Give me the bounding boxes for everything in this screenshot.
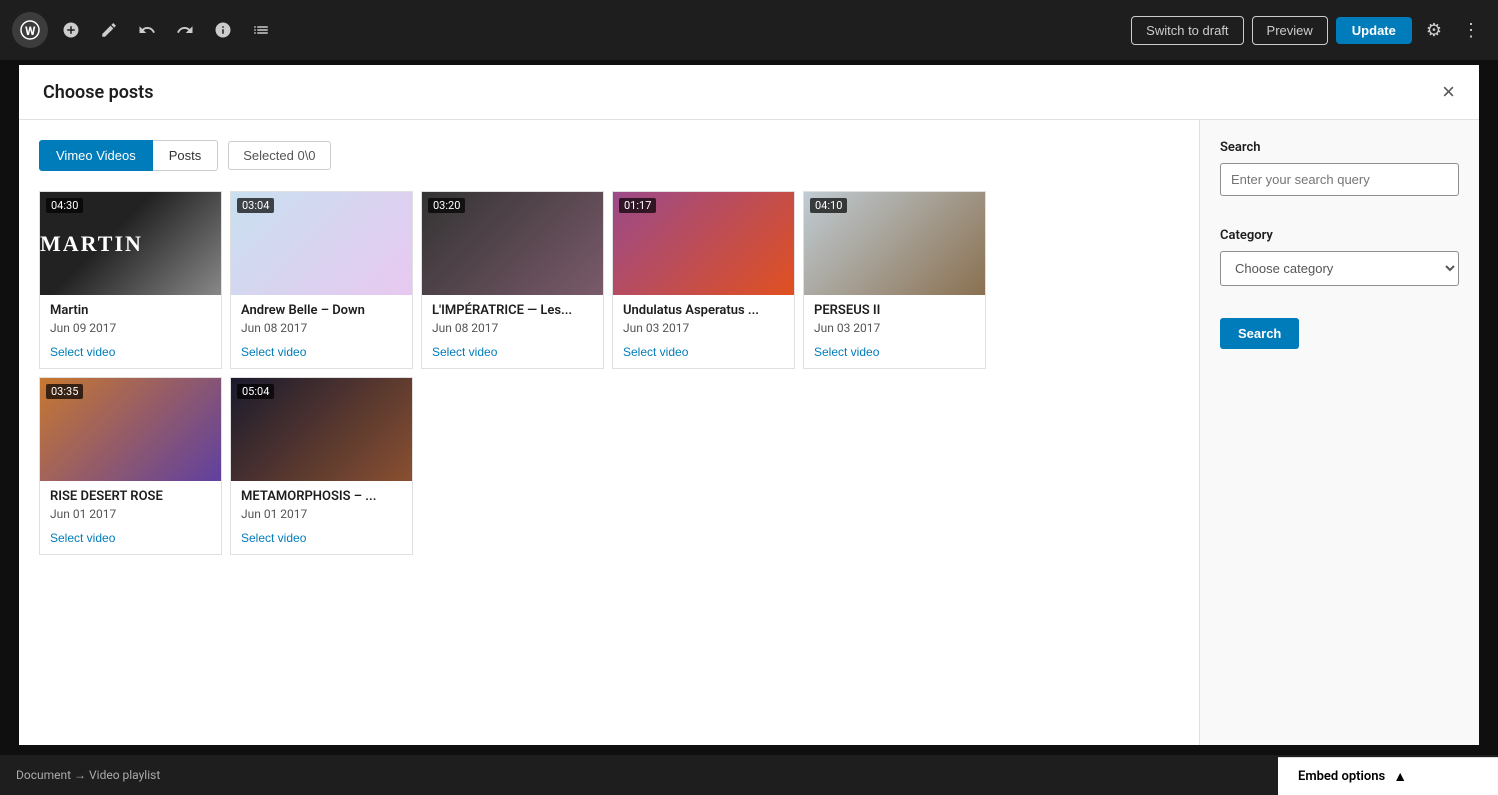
modal-close-button[interactable]: × xyxy=(1442,81,1455,103)
video-date-undulatus: Jun 03 2017 xyxy=(623,321,784,335)
select-video-perseus[interactable]: Select video xyxy=(814,345,879,359)
select-video-rise-desert-rose[interactable]: Select video xyxy=(50,531,115,545)
tab-posts[interactable]: Posts xyxy=(153,140,219,171)
select-video-martin[interactable]: Select video xyxy=(50,345,115,359)
video-duration-andrew-belle: 03:04 xyxy=(237,198,274,213)
breadcrumb: Document → Video playlist xyxy=(16,768,160,782)
select-video-imperatrice[interactable]: Select video xyxy=(432,345,497,359)
selected-count-button[interactable]: Selected 0\0 xyxy=(228,141,330,170)
video-info-rise-desert-rose: RISE DESERT ROSE Jun 01 2017 Select vide… xyxy=(40,481,221,554)
video-title-imperatrice: L'IMPÉRATRICE — Les... xyxy=(432,303,593,318)
video-card-perseus: 04:10 PERSEUS II Jun 03 2017 Select vide… xyxy=(803,191,986,369)
video-card-imperatrice: 03:20 L'IMPÉRATRICE — Les... Jun 08 2017… xyxy=(421,191,604,369)
video-grid: MARTIN 04:30 Martin Jun 09 2017 Select v… xyxy=(39,191,1179,563)
video-thumbnail-metamorphosis: 05:04 xyxy=(231,378,412,481)
video-card-martin: MARTIN 04:30 Martin Jun 09 2017 Select v… xyxy=(39,191,222,369)
video-date-martin: Jun 09 2017 xyxy=(50,321,211,335)
video-title-andrew-belle: Andrew Belle – Down xyxy=(241,303,402,318)
video-thumbnail-undulatus: 01:17 xyxy=(613,192,794,295)
video-thumbnail-perseus: 04:10 xyxy=(804,192,985,295)
video-duration-perseus: 04:10 xyxy=(810,198,847,213)
modal-sidebar: Search Category Choose category Search xyxy=(1199,120,1479,745)
video-info-andrew-belle: Andrew Belle – Down Jun 08 2017 Select v… xyxy=(231,295,412,368)
video-card-rise-desert-rose: 03:35 RISE DESERT ROSE Jun 01 2017 Selec… xyxy=(39,377,222,555)
video-title-martin: Martin xyxy=(50,303,211,318)
video-duration-metamorphosis: 05:04 xyxy=(237,384,274,399)
video-thumbnail-imperatrice: 03:20 xyxy=(422,192,603,295)
select-video-undulatus[interactable]: Select video xyxy=(623,345,688,359)
embed-options-bar: Embed options ▲ xyxy=(1278,757,1498,795)
search-label: Search xyxy=(1220,140,1459,155)
video-info-imperatrice: L'IMPÉRATRICE — Les... Jun 08 2017 Selec… xyxy=(422,295,603,368)
info-button[interactable] xyxy=(208,15,238,45)
video-card-undulatus: 01:17 Undulatus Asperatus ... Jun 03 201… xyxy=(612,191,795,369)
video-title-metamorphosis: METAMORPHOSIS – ... xyxy=(241,489,402,504)
svg-text:W: W xyxy=(25,24,36,38)
wp-logo: W xyxy=(12,12,48,48)
video-date-andrew-belle: Jun 08 2017 xyxy=(241,321,402,335)
video-card-metamorphosis: 05:04 METAMORPHOSIS – ... Jun 01 2017 Se… xyxy=(230,377,413,555)
embed-options-label: Embed options xyxy=(1298,769,1385,784)
modal-overlay: Choose posts × Vimeo Videos Posts Select… xyxy=(0,60,1498,755)
video-duration-rise-desert-rose: 03:35 xyxy=(46,384,83,399)
choose-posts-modal: Choose posts × Vimeo Videos Posts Select… xyxy=(19,65,1479,745)
select-video-metamorphosis[interactable]: Select video xyxy=(241,531,306,545)
update-button[interactable]: Update xyxy=(1336,17,1412,44)
video-thumbnail-martin: MARTIN 04:30 xyxy=(40,192,221,295)
more-options-button[interactable]: ⋮ xyxy=(1456,14,1486,47)
category-section: Category Choose category xyxy=(1220,228,1459,302)
modal-title: Choose posts xyxy=(43,82,153,103)
video-duration-undulatus: 01:17 xyxy=(619,198,656,213)
embed-options-chevron-up-icon[interactable]: ▲ xyxy=(1393,768,1407,785)
list-view-button[interactable] xyxy=(246,15,276,45)
tab-vimeo-videos[interactable]: Vimeo Videos xyxy=(39,140,153,171)
video-date-rise-desert-rose: Jun 01 2017 xyxy=(50,507,211,521)
undo-button[interactable] xyxy=(132,15,162,45)
toolbar-right: Switch to draft Preview Update ⚙ ⋮ xyxy=(1131,14,1486,47)
tabs-bar: Vimeo Videos Posts Selected 0\0 xyxy=(39,140,1179,171)
video-thumbnail-andrew-belle: 03:04 xyxy=(231,192,412,295)
edit-button[interactable] xyxy=(94,15,124,45)
redo-button[interactable] xyxy=(170,15,200,45)
video-date-imperatrice: Jun 08 2017 xyxy=(432,321,593,335)
video-duration-martin: 04:30 xyxy=(46,198,83,213)
category-select[interactable]: Choose category xyxy=(1220,251,1459,286)
video-info-undulatus: Undulatus Asperatus ... Jun 03 2017 Sele… xyxy=(613,295,794,368)
add-block-button[interactable] xyxy=(56,15,86,45)
video-info-metamorphosis: METAMORPHOSIS – ... Jun 01 2017 Select v… xyxy=(231,481,412,554)
modal-main-content: Vimeo Videos Posts Selected 0\0 MARTIN 0… xyxy=(19,120,1199,745)
search-section: Search xyxy=(1220,140,1459,212)
search-button[interactable]: Search xyxy=(1220,318,1299,349)
video-date-metamorphosis: Jun 01 2017 xyxy=(241,507,402,521)
settings-button[interactable]: ⚙ xyxy=(1420,14,1448,47)
video-title-rise-desert-rose: RISE DESERT ROSE xyxy=(50,489,211,504)
modal-body: Vimeo Videos Posts Selected 0\0 MARTIN 0… xyxy=(19,120,1479,745)
preview-button[interactable]: Preview xyxy=(1252,16,1328,45)
video-duration-imperatrice: 03:20 xyxy=(428,198,465,213)
video-info-martin: Martin Jun 09 2017 Select video xyxy=(40,295,221,368)
modal-header: Choose posts × xyxy=(19,65,1479,120)
video-title-perseus: PERSEUS II xyxy=(814,303,975,318)
video-date-perseus: Jun 03 2017 xyxy=(814,321,975,335)
toolbar: W Switch to draft Preview Update ⚙ ⋮ xyxy=(0,0,1498,60)
select-video-andrew-belle[interactable]: Select video xyxy=(241,345,306,359)
thumb-text-martin: MARTIN xyxy=(40,231,143,256)
switch-to-draft-button[interactable]: Switch to draft xyxy=(1131,16,1243,45)
video-thumbnail-rise-desert-rose: 03:35 xyxy=(40,378,221,481)
video-card-andrew-belle: 03:04 Andrew Belle – Down Jun 08 2017 Se… xyxy=(230,191,413,369)
video-info-perseus: PERSEUS II Jun 03 2017 Select video xyxy=(804,295,985,368)
search-input[interactable] xyxy=(1220,163,1459,196)
category-label: Category xyxy=(1220,228,1459,243)
video-title-undulatus: Undulatus Asperatus ... xyxy=(623,303,784,318)
bottom-bar: Document → Video playlist Embed options … xyxy=(0,755,1498,795)
